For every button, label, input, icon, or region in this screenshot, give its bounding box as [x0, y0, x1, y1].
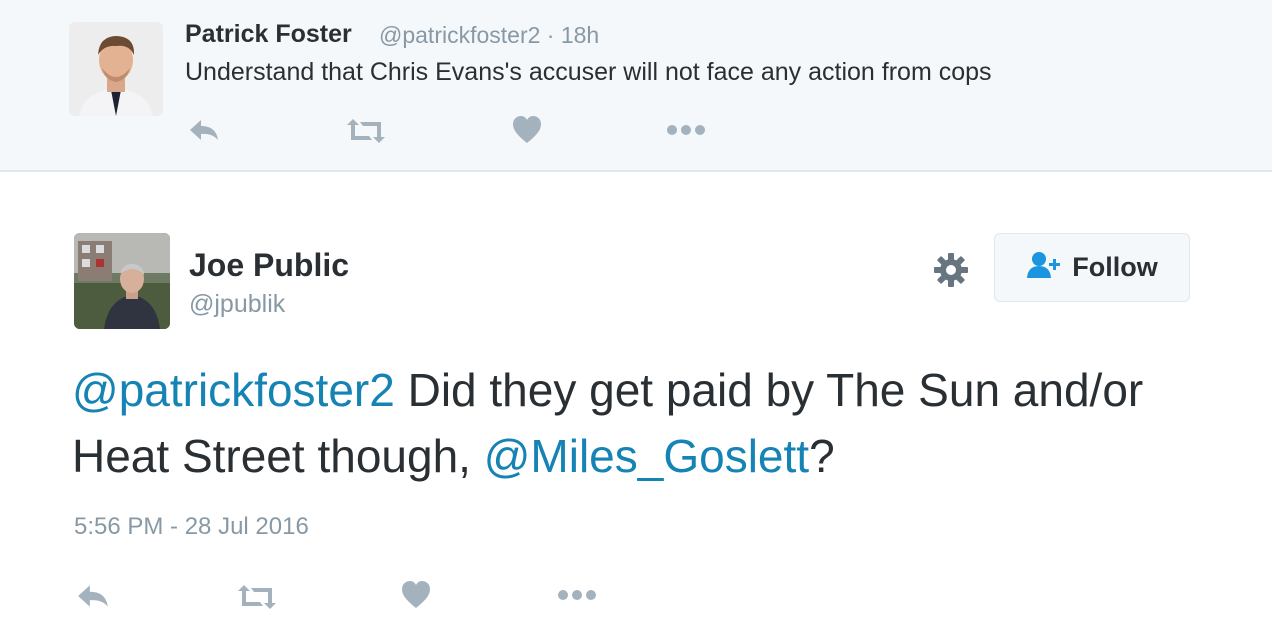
main-author-name[interactable]: Joe Public [189, 247, 349, 284]
tweet-body-text: ? [809, 430, 835, 482]
parent-author-handle-and-time[interactable]: @patrickfoster2 · 18h [379, 22, 599, 49]
parent-like-icon[interactable] [512, 116, 542, 144]
main-tweet-text: @patrickfoster2 Did they get paid by The… [72, 357, 1202, 489]
parent-retweet-icon[interactable] [345, 118, 387, 144]
add-user-icon [1026, 251, 1064, 284]
reply-icon[interactable] [76, 583, 110, 609]
parent-more-icon[interactable] [666, 124, 706, 136]
tweet-timestamp[interactable]: 5:56 PM - 28 Jul 2016 [74, 513, 309, 541]
parent-author-name[interactable]: Patrick Foster [185, 20, 352, 49]
like-icon[interactable] [401, 581, 431, 609]
parent-time-ago[interactable]: · 18h [547, 22, 599, 48]
more-icon[interactable] [557, 589, 597, 601]
mention-link[interactable]: @patrickfoster2 [72, 364, 395, 416]
main-author-avatar[interactable] [74, 233, 170, 329]
follow-button[interactable]: Follow [994, 233, 1190, 302]
follow-button-label: Follow [1072, 252, 1158, 282]
parent-tweet[interactable]: Patrick Foster @patrickfoster2 · 18h Und… [0, 0, 1272, 172]
parent-author-avatar[interactable] [69, 22, 163, 116]
mention-link[interactable]: @Miles_Goslett [484, 430, 809, 482]
parent-tweet-text: Understand that Chris Evans's accuser wi… [185, 58, 992, 86]
parent-author-handle[interactable]: @patrickfoster2 [379, 22, 540, 48]
retweet-icon[interactable] [236, 584, 278, 610]
main-author-handle[interactable]: @jpublik [189, 290, 285, 319]
parent-reply-icon[interactable] [188, 118, 220, 142]
gear-icon[interactable] [932, 251, 970, 289]
